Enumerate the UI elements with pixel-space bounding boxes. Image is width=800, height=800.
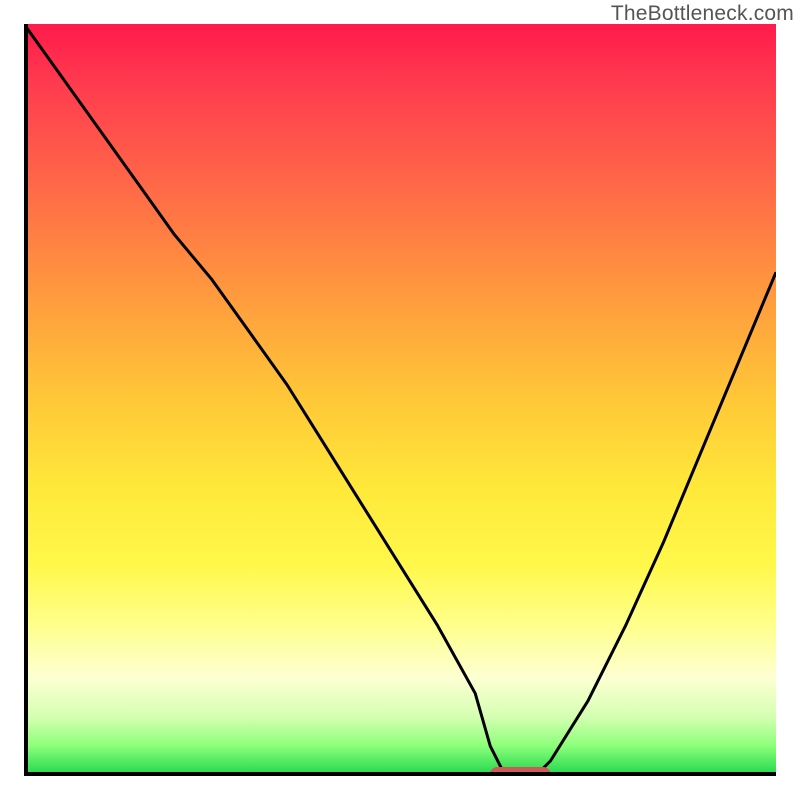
watermark-text: TheBottleneck.com bbox=[611, 2, 794, 26]
chart-container: TheBottleneck.com bbox=[0, 0, 800, 800]
plot-background bbox=[24, 24, 776, 776]
